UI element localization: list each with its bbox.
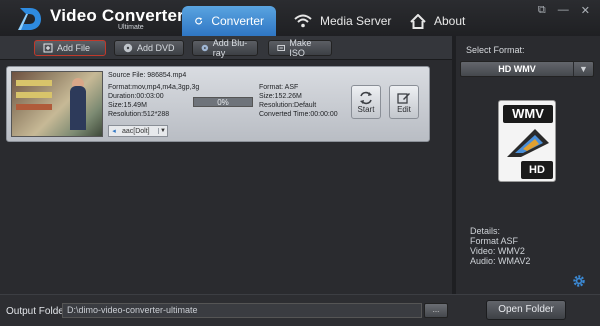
app-title: Video Converter — [50, 6, 185, 25]
tab-about[interactable]: About — [398, 6, 477, 36]
output-resolution: Resolution:Default — [259, 102, 317, 109]
refresh-icon — [195, 17, 203, 25]
close-icon[interactable]: ✕ — [581, 4, 590, 17]
home-icon — [410, 13, 426, 29]
browse-button[interactable]: ... — [424, 303, 448, 318]
add-dvd-button[interactable]: Add DVD — [114, 40, 184, 56]
output-folder-label: Output Folder — [6, 306, 68, 317]
add-dvd-label: Add DVD — [137, 43, 175, 53]
audio-track-select[interactable]: ◂ aac[Dolt] ▼ — [108, 125, 168, 137]
gear-icon[interactable] — [572, 274, 586, 288]
make-iso-label: Make ISO — [289, 38, 312, 58]
details-title: Details: — [470, 226, 501, 236]
chevron-down-icon: ▼ — [573, 62, 593, 76]
wifi-icon — [294, 14, 312, 28]
output-folder-field[interactable]: D:\dimo-video-converter-ultimate — [62, 303, 422, 318]
file-list: Source File: 986854.mp4 Format:mov,mp4,m… — [0, 60, 452, 294]
tab-media-server[interactable]: Media Server — [282, 6, 403, 36]
window-controls: ⧉ — ✕ — [538, 4, 590, 17]
input-resolution: Resolution:512*288 — [108, 111, 170, 118]
external-link-icon[interactable]: ⧉ — [538, 4, 546, 17]
output-size: Size:152.26M — [259, 93, 302, 100]
minimize-icon[interactable]: — — [558, 4, 569, 17]
format-details: Details: Format ASF Video: WMV2 Audio: W… — [470, 226, 530, 266]
app-logo-icon — [18, 8, 41, 30]
wmv-format-icon: WMV HD — [498, 100, 556, 182]
output-format: Format: ASF — [259, 84, 299, 91]
app-subtitle: Ultimate — [118, 24, 144, 31]
details-audio: Audio: WMAV2 — [470, 256, 531, 266]
add-bluray-label: Add Blu-ray — [212, 38, 248, 58]
film-icon — [507, 129, 549, 157]
details-format: Format ASF — [470, 236, 519, 246]
wmv-icon-label: WMV — [503, 105, 553, 123]
input-format: Format:mov,mp4,m4a,3gp,3g — [108, 84, 200, 91]
audio-track-value: aac[Dolt] — [122, 127, 150, 135]
hd-icon-label: HD — [521, 161, 553, 179]
conversion-progress: 0% — [193, 97, 253, 107]
edit-icon — [397, 92, 410, 104]
tab-converter[interactable]: Converter — [182, 6, 276, 36]
converted-time: Converted Time:00:00:00 — [259, 111, 338, 118]
add-file-label: Add File — [57, 43, 91, 53]
select-format-label: Select Format: — [466, 45, 525, 55]
add-file-button[interactable]: Add File — [34, 40, 106, 56]
open-folder-button[interactable]: Open Folder — [486, 300, 566, 320]
format-panel: Select Format: HD WMV ▼ WMV HD Details: … — [456, 36, 600, 294]
start-button[interactable]: Start — [351, 85, 381, 119]
iso-icon — [277, 45, 285, 51]
bluray-icon — [201, 44, 209, 52]
start-label: Start — [357, 104, 375, 114]
bottom-bar: Output Folder D:\dimo-video-converter-ul… — [0, 294, 600, 326]
chevron-down-icon: ▼ — [158, 128, 167, 134]
format-select-value: HD WMV — [498, 64, 536, 74]
convert-icon — [360, 91, 372, 104]
edit-label: Edit — [397, 104, 411, 114]
tab-media-server-label: Media Server — [320, 14, 392, 28]
source-file: Source File: 986854.mp4 — [108, 72, 187, 79]
edit-button[interactable]: Edit — [389, 85, 419, 119]
audio-icon: ◂ — [112, 128, 116, 135]
video-thumbnail — [11, 71, 103, 137]
dvd-icon — [123, 43, 133, 53]
toolbar: Add File Add DVD Add Blu-ray Make ISO — [0, 36, 452, 60]
input-size: Size:15.49M — [108, 102, 147, 109]
make-iso-button[interactable]: Make ISO — [268, 38, 332, 58]
tab-converter-label: Converter — [211, 14, 264, 28]
input-duration: Duration:00:03:00 — [108, 93, 164, 100]
tab-about-label: About — [434, 14, 466, 28]
file-item[interactable]: Source File: 986854.mp4 Format:mov,mp4,m… — [6, 66, 430, 142]
details-video: Video: WMV2 — [470, 246, 525, 256]
format-select[interactable]: HD WMV ▼ — [460, 61, 594, 77]
add-bluray-button[interactable]: Add Blu-ray — [192, 38, 258, 58]
add-file-icon — [43, 43, 53, 53]
title-bar: Video Converter Ultimate Converter Media… — [0, 0, 600, 36]
